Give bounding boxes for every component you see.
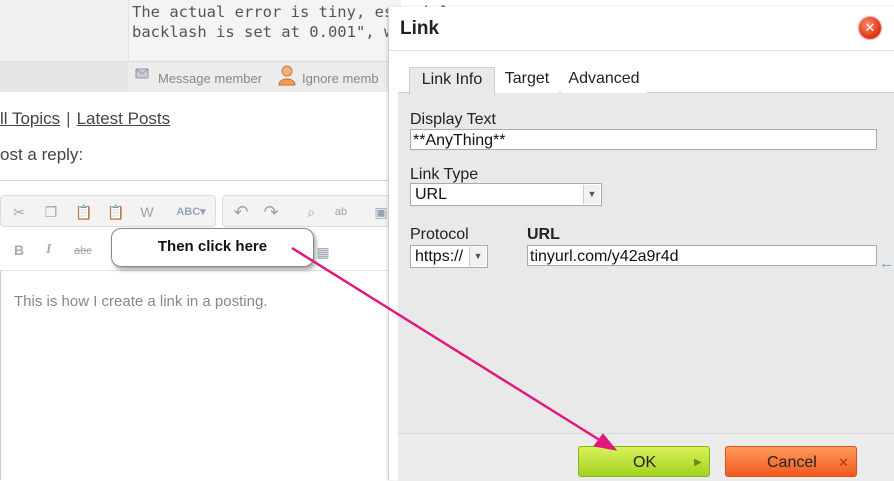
editor-content-area[interactable]: This is how I create a link in a posting… (0, 271, 401, 480)
dialog-footer: OK ▶ Cancel ✕ (398, 433, 894, 481)
all-topics-link[interactable]: ll Topics (0, 109, 60, 128)
spellcheck-icon[interactable]: ABC▾ (176, 204, 206, 220)
chevron-right-icon: ▶ (694, 457, 702, 468)
close-icon[interactable]: ✕ (859, 17, 881, 39)
select-all-icon[interactable]: ▣ (373, 204, 389, 220)
dialog-title: Link (400, 18, 440, 39)
clipboard-group: ✂ ❐ 📋 📋 W ABC▾ (0, 195, 216, 227)
latest-posts-link[interactable]: Latest Posts (77, 109, 171, 128)
post-footer: Message member Ignore memb (0, 61, 400, 92)
find-icon[interactable]: ⌕ (303, 204, 319, 220)
display-text-field[interactable]: **AnyThing** (410, 129, 877, 150)
ignore-member-icon[interactable] (277, 64, 297, 89)
forum-post: The actual error is tiny, especial backl… (0, 0, 449, 61)
protocol-label: Protocol (410, 226, 469, 243)
italic-button[interactable]: I (46, 242, 51, 258)
cancel-label: Cancel (767, 454, 817, 471)
message-member-link[interactable]: Message member (158, 71, 262, 86)
copy-icon[interactable]: ❐ (43, 204, 59, 220)
cut-icon[interactable]: ✂ (11, 204, 27, 220)
chevron-down-icon: ▼ (469, 247, 486, 266)
link-separator: | (66, 109, 71, 128)
chevron-down-icon: ▼ (583, 185, 600, 204)
protocol-value: https:// (415, 248, 464, 265)
bold-button[interactable]: B (14, 242, 24, 258)
protocol-select[interactable]: https:// ▼ (410, 245, 488, 268)
ok-label: OK (633, 454, 657, 471)
toolbar-icon[interactable]: ▦ (315, 244, 331, 260)
post-body: The actual error is tiny, especial backl… (128, 0, 449, 61)
tab-target[interactable]: Target (495, 67, 559, 93)
arrow-left-icon: ← (879, 255, 894, 272)
editor-toolbar: ✂ ❐ 📋 📋 W ABC▾ ↶ ↷ ⌕ ab ▣ (0, 193, 404, 229)
link-type-label: Link Type (410, 166, 479, 183)
post-text-line-2: backlash is set at 0.001", which (132, 23, 431, 41)
link-dialog: Link ✕ Link Info Target Advanced Display… (388, 7, 894, 481)
annotation-callout: Then click here (111, 228, 314, 267)
tab-advanced[interactable]: Advanced (561, 67, 647, 93)
redo-icon[interactable]: ↷ (263, 203, 279, 221)
paste-text-icon[interactable]: 📋 (107, 204, 124, 220)
post-author-column (0, 0, 128, 61)
ok-button[interactable]: OK ▶ (578, 446, 710, 477)
cancel-button[interactable]: Cancel ✕ (725, 446, 857, 477)
link-type-value: URL (415, 186, 448, 203)
topic-links: ll Topics | Latest Posts (0, 109, 170, 129)
edit-group: ↶ ↷ ⌕ ab ▣ (222, 195, 404, 227)
undo-icon[interactable]: ↶ (233, 203, 249, 221)
url-field[interactable]: tinyurl.com/y42a9r4d (527, 245, 877, 266)
tab-link-info[interactable]: Link Info (409, 67, 495, 95)
paste-icon[interactable]: 📋 (75, 204, 92, 220)
editor-content: This is how I create a link in a posting… (14, 293, 268, 310)
close-icon: ✕ (838, 455, 849, 470)
replace-icon[interactable]: ab (333, 204, 349, 220)
message-member-icon[interactable] (133, 65, 153, 88)
strikethrough-button[interactable]: abc (74, 245, 92, 257)
link-type-select[interactable]: URL ▼ (410, 183, 602, 206)
display-text-label: Display Text (410, 111, 496, 128)
url-label: URL (527, 226, 560, 243)
paste-word-icon[interactable]: W (139, 204, 155, 220)
ignore-member-link[interactable]: Ignore memb (302, 71, 379, 86)
post-reply-label: ost a reply: (0, 145, 84, 164)
